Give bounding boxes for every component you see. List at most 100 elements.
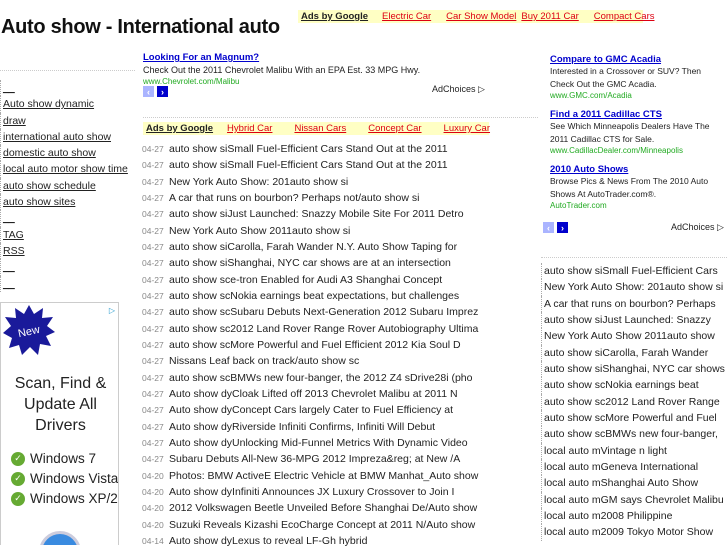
article-link[interactable]: New York Auto Show: 201auto show si [169,176,348,188]
recent-post-item: New York Auto Show 2011auto show [541,328,727,345]
prev-arrow-icon[interactable]: ‹ [143,86,154,97]
next-arrow-icon[interactable]: › [557,222,568,233]
check-icon: ✓ [11,471,25,486]
page-title: Auto show - International auto [1,16,280,38]
article-link[interactable]: Photos: BMW ActiveE Electric Vehicle at … [169,470,478,482]
recent-post-item: New York Auto Show: 201auto show si [541,279,727,296]
recent-post-link[interactable]: New York Auto Show: 201auto show si [544,281,723,293]
check-icon: ✓ [11,451,25,466]
article-date: 04-27 [142,307,164,318]
sidebar-link[interactable]: TAG [3,229,24,241]
recent-post-link[interactable]: local auto mVintage n light [544,445,667,457]
ad-title-link[interactable]: Compare to GMC Acadia [550,54,725,65]
adchoices-link[interactable]: AdChoices ▷ [671,222,724,233]
recent-post-item: local auto mShanghai Auto Show [541,475,727,492]
article-link[interactable]: Auto show dyConcept Cars largely Cater t… [169,404,453,416]
recent-post-link[interactable]: auto show scMore Powerful and Fuel [544,412,717,424]
article-link[interactable]: auto show scBMWs new four-banger, the 20… [169,372,473,384]
ad-description: See Which Minneapolis Dealers Have The 2… [550,121,710,144]
recent-post-link[interactable]: auto show scBMWs new four-banger, [544,428,718,440]
recent-post-link[interactable]: local auto mGeneva International [544,461,698,473]
article-link[interactable]: auto show siSmall Fuel-Efficient Cars St… [169,143,448,155]
article-link[interactable]: Auto show dyRiverside Infiniti Confirms,… [169,421,435,433]
ad-link[interactable]: Hybrid Car [227,123,272,134]
recent-post-link[interactable]: auto show siJust Launched: Snazzy [544,314,711,326]
recent-post-link[interactable]: auto show siSmall Fuel-Efficient Cars [544,265,718,277]
ad-url[interactable]: AutoTrader.com [550,201,725,210]
article-row: 04-27 auto show sc2012 Land Rover Range R… [142,321,492,337]
article-link[interactable]: A car that runs on bourbon? Perhaps not/… [169,192,419,204]
article-row: 04-27 Auto show dyCloak Lifted off 2013 C… [142,386,492,402]
ad-link[interactable]: Buy 2011 Car [521,11,578,22]
ad-link[interactable]: Nissan Cars [294,123,346,134]
prev-arrow-icon[interactable]: ‹ [543,222,554,233]
ad-url[interactable]: www.CadillacDealer.com/Minneapolis [550,146,725,155]
ad-title-link[interactable]: Find a 2011 Cadillac CTS [550,109,725,120]
article-link[interactable]: auto show sce-tron Enabled for Audi A3 S… [169,274,442,286]
recent-post-link[interactable]: auto show siShanghai, NYC car shows [544,363,725,375]
recent-post-link[interactable]: auto show siCarolla, Farah Wander [544,347,708,359]
ads-by-google-link[interactable]: Ads by Google [301,11,368,22]
article-date: 04-27 [142,421,164,432]
image-ad[interactable]: New ▷ Scan, Find & Update All Drivers ✓ W… [0,302,119,545]
sidebar-link[interactable]: domestic auto show [3,147,96,159]
ad-link[interactable]: Car Show Model [446,11,516,22]
ad-title-link[interactable]: Looking For an Magnum? [143,52,488,63]
recent-post-link[interactable]: local auto m2008 Philippine [544,510,672,522]
recent-post-item: local auto m2009 Tokyo Motor Show [541,524,727,541]
ad-link[interactable]: Concept Car [368,123,421,134]
sidebar-link[interactable]: auto show sites [3,196,75,208]
recent-post-item: A car that runs on bourbon? Perhaps [541,295,727,312]
sidebar-link[interactable]: __ [3,212,15,224]
recent-post-link[interactable]: local auto mShanghai Auto Show [544,477,698,489]
sidebar-item: auto show sites [0,194,128,211]
adchoices-link[interactable]: AdChoices ▷ [432,84,485,95]
ad-link[interactable]: Electric Car [382,11,431,22]
article-date: 04-27 [142,372,164,383]
recent-post-link[interactable]: A car that runs on bourbon? Perhaps [544,298,716,310]
ad-link[interactable]: Luxury Car [444,123,490,134]
article-link[interactable]: auto show sc2012 Land Rover Range Rover … [169,323,478,335]
ad-title-link[interactable]: 2010 Auto Shows [550,164,725,175]
article-link[interactable]: auto show scMore Powerful and Fuel Effic… [169,339,461,351]
adchoices-icon[interactable]: ▷ [109,306,115,315]
article-date: 04-27 [142,437,164,448]
article-link[interactable]: Auto show dyCloak Lifted off 2013 Chevro… [169,388,458,400]
sidebar-link[interactable]: __ [3,278,15,290]
article-link[interactable]: 2012 Volkswagen Beetle Unveiled Before S… [169,502,477,514]
article-link[interactable]: auto show siShanghai, NYC car shows are … [169,257,451,269]
article-link[interactable]: auto show siCarolla, Farah Wander N.Y. A… [169,241,457,253]
recent-post-link[interactable]: auto show scNokia earnings beat [544,379,699,391]
sidebar-link[interactable]: __ [3,261,15,273]
ad-link[interactable]: Compact Cars [594,11,655,22]
article-link[interactable]: Auto show dyUnlocking Mid-Funnel Metrics… [169,437,468,449]
ads-by-google-link[interactable]: Ads by Google [146,123,213,134]
article-link[interactable]: Auto show dyInfiniti Announces JX Luxury… [169,486,454,498]
sidebar-link[interactable]: Auto show dynamic [3,98,94,110]
sidebar-item: __ [0,80,128,97]
sidebar-link[interactable]: __ [3,82,15,94]
recent-post-link[interactable]: New York Auto Show 2011auto show [544,330,715,342]
article-date: 04-27 [142,290,164,301]
article-link[interactable]: New York Auto Show 2011auto show si [169,225,350,237]
article-row: 04-27 Subaru Debuts All-New 36-MPG 2012 I… [142,451,492,467]
sidebar-link[interactable]: international auto show [3,131,111,143]
article-link[interactable]: Suzuki Reveals Kizashi EcoCharge Concept… [169,519,475,531]
sidebar-link[interactable]: draw [3,115,26,127]
article-link[interactable]: auto show scNokia earnings beat expectat… [169,290,459,302]
sidebar-link[interactable]: local auto motor show time [3,163,128,175]
article-link[interactable]: Subaru Debuts All-New 36-MPG 2012 Imprez… [169,453,460,465]
ad-url[interactable]: www.GMC.com/Acadia [550,91,725,100]
article-link[interactable]: Auto show dyLexus to reveal LF-Gh hybrid [169,535,367,547]
sidebar-link[interactable]: RSS [3,245,25,257]
sidebar-link[interactable]: auto show schedule [3,180,96,192]
article-link[interactable]: Nissans Leaf back on track/auto show sc [169,355,359,367]
recent-post-link[interactable]: auto show sc2012 Land Rover Range [544,396,720,408]
recent-post-link[interactable]: local auto m2009 Tokyo Motor Show [544,526,713,538]
article-link[interactable]: auto show scSubaru Debuts Next-Generatio… [169,306,478,318]
article-link[interactable]: auto show siSmall Fuel-Efficient Cars St… [169,159,448,171]
next-arrow-icon[interactable]: › [157,86,168,97]
recent-post-link[interactable]: local auto mGM says Chevrolet Malibu [544,494,724,506]
article-date: 04-20 [142,503,164,514]
article-link[interactable]: auto show siJust Launched: Snazzy Mobile… [169,208,464,220]
